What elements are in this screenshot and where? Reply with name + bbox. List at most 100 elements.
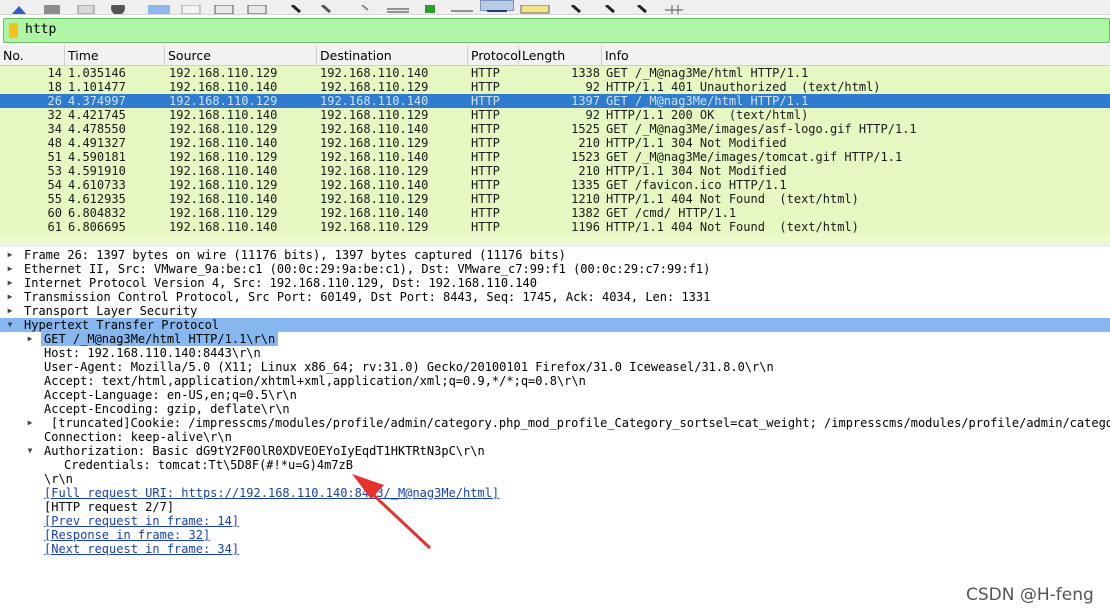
prev-request-link[interactable]: [Prev request in frame: 14]: [44, 514, 239, 528]
column-header-protocol[interactable]: Protocol: [468, 45, 521, 65]
tree-item-accept[interactable]: Accept: text/html,application/xhtml+xml,…: [0, 374, 1110, 388]
go-to-packet-icon[interactable]: [386, 0, 410, 13]
packet-row[interactable]: 34 4.478550 192.168.110.129 192.168.110.140…: [0, 122, 1110, 136]
packet-cell-proto: HTTP: [471, 164, 500, 178]
tree-item-response[interactable]: [Response in frame: 32]: [0, 528, 1110, 542]
open-file-icon[interactable]: [147, 0, 171, 14]
go-back-icon[interactable]: [318, 0, 336, 14]
tree-item-ip[interactable]: ▶ Internet Protocol Version 4, Src: 192.…: [0, 276, 1110, 290]
packet-row[interactable]: 32 4.421745 192.168.110.140 192.168.110.129…: [0, 108, 1110, 122]
bookmark-icon[interactable]: [9, 23, 18, 38]
tree-item-label: Accept-Encoding: gzip, deflate\r\n: [44, 402, 290, 416]
packet-row[interactable]: 53 4.591910 192.168.110.140 192.168.110.129…: [0, 164, 1110, 178]
column-header-length[interactable]: Length: [519, 45, 602, 65]
tree-item-ethernet[interactable]: ▶ Ethernet II, Src: VMware_9a:be:c1 (00:…: [0, 262, 1110, 276]
restart-capture-icon[interactable]: [76, 0, 96, 14]
packet-row[interactable]: 18 1.101477 192.168.110.140 192.168.110.129…: [0, 80, 1110, 94]
tree-item-cookie[interactable]: ▶ [truncated]Cookie: /impresscms/modules…: [0, 416, 1110, 430]
packet-cell-time: 6.804832: [68, 206, 126, 220]
packet-row[interactable]: 55 4.612935 192.168.110.140 192.168.110.129…: [0, 192, 1110, 206]
packet-row[interactable]: 60 6.804832 192.168.110.129 192.168.110.140…: [0, 206, 1110, 220]
zoom-in-icon[interactable]: [568, 0, 586, 14]
packet-row[interactable]: 61 6.806695 192.168.110.140 192.168.110.129…: [0, 220, 1110, 234]
column-header-source[interactable]: Source: [165, 45, 317, 65]
packet-cell-proto: HTTP: [471, 136, 500, 150]
packet-cell-no: 60: [47, 206, 62, 220]
packet-row[interactable]: 26 4.374997 192.168.110.129 192.168.110.140…: [0, 94, 1110, 108]
packet-cell-src: 192.168.110.129: [169, 94, 278, 108]
packet-cell-len: 1338: [571, 66, 600, 80]
expand-arrow-icon[interactable]: ▶: [5, 248, 15, 262]
autoscroll-icon[interactable]: [480, 0, 514, 12]
column-header-info[interactable]: Info: [602, 45, 1110, 65]
packet-cell-proto: HTTP: [471, 94, 500, 108]
shark-fin-start-icon[interactable]: [8, 0, 30, 14]
tree-item-frame[interactable]: ▶ Frame 26: 1397 bytes on wire (11176 bi…: [0, 248, 1110, 262]
packet-row[interactable]: 48 4.491327 192.168.110.140 192.168.110.129…: [0, 136, 1110, 150]
tree-item-prev-request[interactable]: [Prev request in frame: 14]: [0, 514, 1110, 528]
tree-item-authorization[interactable]: ▼ Authorization: Basic dG9tY2F0OlR0XDVEO…: [0, 444, 1110, 458]
zoom-reset-icon[interactable]: [634, 0, 652, 14]
tree-item-user-agent[interactable]: User-Agent: Mozilla/5.0 (X11; Linux x86_…: [0, 360, 1110, 374]
expand-arrow-icon[interactable]: ▶: [5, 304, 15, 318]
zoom-out-icon[interactable]: [602, 0, 620, 14]
close-file-icon[interactable]: [213, 0, 237, 14]
packet-cell-dst: 192.168.110.129: [320, 220, 429, 234]
reload-file-icon[interactable]: [246, 0, 270, 14]
tree-item-accept-encoding[interactable]: Accept-Encoding: gzip, deflate\r\n: [0, 402, 1110, 416]
expand-arrow-icon[interactable]: ▶: [5, 290, 15, 304]
expand-arrow-icon[interactable]: ▶: [25, 416, 35, 430]
collapse-arrow-icon[interactable]: ▼: [5, 318, 15, 332]
packet-cell-no: 55: [47, 192, 62, 206]
packet-cell-time: 4.612935: [68, 192, 126, 206]
packet-cell-src: 192.168.110.129: [169, 150, 278, 164]
tree-item-accept-language[interactable]: Accept-Language: en-US,en;q=0.5\r\n: [0, 388, 1110, 402]
expand-arrow-icon[interactable]: ▶: [25, 332, 35, 346]
tree-item-credentials[interactable]: Credentials: tomcat:Tt\5D8F(#!*u=G)4m7zB: [0, 458, 1110, 472]
go-forward-icon[interactable]: [356, 0, 374, 11]
find-packet-icon[interactable]: [288, 0, 306, 14]
tree-item-http[interactable]: ▼ Hypertext Transfer Protocol: [0, 318, 1110, 332]
tree-item-label: [HTTP request 2/7]: [44, 500, 175, 514]
packet-cell-dst: 192.168.110.129: [320, 108, 429, 122]
packet-row[interactable]: 54 4.610733 192.168.110.129 192.168.110.140…: [0, 178, 1110, 192]
response-link[interactable]: [Response in frame: 32]: [44, 528, 210, 542]
save-file-icon[interactable]: [180, 0, 204, 14]
packet-cell-no: 54: [47, 178, 62, 192]
stop-capture-icon[interactable]: [42, 0, 62, 14]
packet-list: No. Time Source Destination Protocol Len…: [0, 45, 1110, 243]
expand-arrow-icon[interactable]: ▶: [5, 276, 15, 290]
expand-arrow-icon[interactable]: ▶: [5, 262, 15, 276]
go-last-icon[interactable]: [450, 0, 474, 12]
next-request-link[interactable]: [Next request in frame: 34]: [44, 542, 239, 556]
tree-item-next-request[interactable]: [Next request in frame: 34]: [0, 542, 1110, 556]
tree-item-full-uri[interactable]: [Full request URI: https://192.168.110.1…: [0, 486, 1110, 500]
packet-cell-dst: 192.168.110.129: [320, 164, 429, 178]
tree-item-connection[interactable]: Connection: keep-alive\r\n: [0, 430, 1110, 444]
packet-row[interactable]: 14 1.035146 192.168.110.129 192.168.110.140…: [0, 66, 1110, 80]
full-request-uri-link[interactable]: [Full request URI: https://192.168.110.1…: [44, 486, 499, 500]
packet-row[interactable]: 51 4.590181 192.168.110.129 192.168.110.140…: [0, 150, 1110, 164]
column-header-time[interactable]: Time: [65, 45, 165, 65]
tree-item-request-line[interactable]: ▶ GET /_M@nag3Me/html HTTP/1.1\r\n: [0, 332, 1110, 346]
display-filter-bar[interactable]: http: [3, 18, 1110, 43]
column-header-destination[interactable]: Destination: [317, 45, 468, 65]
tree-item-label: GET /_M@nag3Me/html HTTP/1.1\r\n: [41, 332, 279, 346]
tree-item-http-request[interactable]: [HTTP request 2/7]: [0, 500, 1110, 514]
tree-item-tcp[interactable]: ▶ Transmission Control Protocol, Src Por…: [0, 290, 1110, 304]
packet-cell-len: 210: [578, 136, 600, 150]
tree-item-tls[interactable]: ▶ Transport Layer Security: [0, 304, 1110, 318]
column-header-no[interactable]: No.: [0, 45, 65, 65]
resize-columns-icon[interactable]: [664, 0, 684, 14]
packet-cell-src: 192.168.110.129: [169, 122, 278, 136]
collapse-arrow-icon[interactable]: ▼: [25, 444, 35, 458]
packet-cell-no: 53: [47, 164, 62, 178]
tree-item-crlf[interactable]: \r\n: [0, 472, 1110, 486]
packet-cell-proto: HTTP: [471, 192, 500, 206]
display-filter-input[interactable]: http: [25, 22, 56, 37]
colorize-icon[interactable]: [520, 0, 550, 14]
go-first-icon[interactable]: [422, 0, 438, 13]
tree-item-host[interactable]: Host: 192.168.110.140:8443\r\n: [0, 346, 1110, 360]
packet-cell-dst: 192.168.110.140: [320, 150, 429, 164]
capture-options-icon[interactable]: [108, 0, 128, 14]
